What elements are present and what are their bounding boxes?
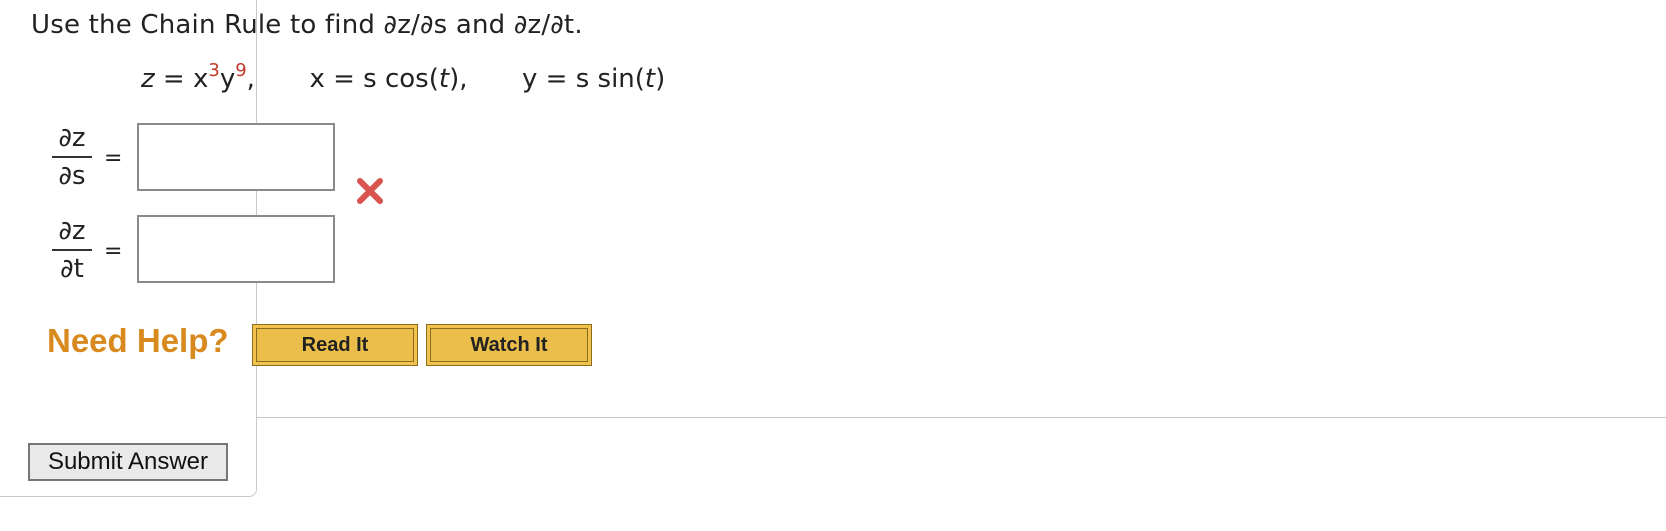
read-it-button[interactable]: Read It (252, 324, 418, 366)
need-help-label: Need Help? (47, 322, 229, 359)
submit-answer-button[interactable]: Submit Answer (28, 443, 228, 481)
partial-z-s-fraction: ∂z ∂s (52, 122, 92, 192)
equals-sign: = (104, 146, 123, 171)
partial-z-t-fraction: ∂z ∂t (52, 215, 92, 285)
answer-input-dz-ds[interactable] (137, 123, 335, 191)
given-formula: z = x3y9, x = s cos(t), y = s sin(t) (141, 60, 666, 94)
answer-input-dz-dt[interactable] (137, 215, 335, 283)
watch-it-button[interactable]: Watch It (426, 324, 592, 366)
equals-sign: = (104, 239, 123, 264)
incorrect-x-icon (357, 178, 383, 204)
question-prompt: Use the Chain Rule to find ∂z/∂s and ∂z/… (31, 10, 583, 40)
